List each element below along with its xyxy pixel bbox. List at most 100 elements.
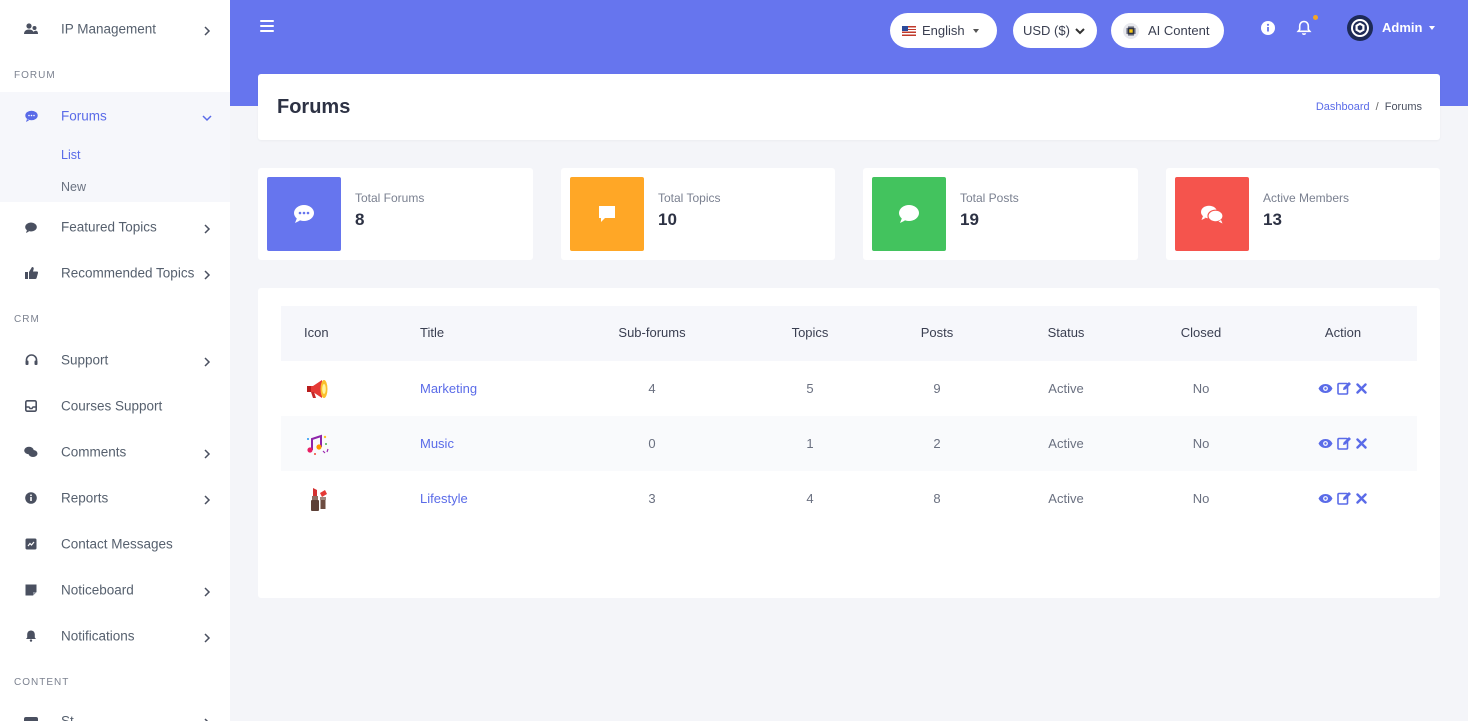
- column-header-title: Title: [420, 325, 445, 340]
- stat-card-total-topics: Total Topics 10: [561, 168, 835, 260]
- sidebar-item-contact-messages[interactable]: Contact Messages: [0, 521, 230, 567]
- delete-x-icon[interactable]: [1354, 436, 1369, 450]
- chip-icon: [1123, 22, 1139, 39]
- posts-count: 8: [933, 491, 941, 506]
- menu-toggle-icon[interactable]: [260, 20, 274, 32]
- edit-icon[interactable]: [1336, 491, 1351, 505]
- page-title: Forums: [277, 96, 351, 118]
- breadcrumb-dashboard-link[interactable]: Dashboard: [1316, 101, 1370, 113]
- music-notes-icon: [304, 430, 332, 458]
- sidebar-item-partial[interactable]: St: [0, 698, 230, 721]
- table-header-row: Icon Title Sub-forums Topics Posts Statu…: [281, 306, 1417, 361]
- forums-table-card: Icon Title Sub-forums Topics Posts Statu…: [258, 288, 1440, 598]
- admin-avatar[interactable]: [1347, 15, 1373, 41]
- sidebar-item-label: St: [61, 713, 74, 721]
- delete-x-icon[interactable]: [1354, 381, 1369, 395]
- stat-value: 13: [1263, 210, 1282, 229]
- chevron-right-icon: [202, 716, 212, 721]
- stat-value: 10: [658, 210, 677, 229]
- closed-value: No: [1192, 436, 1210, 451]
- chevron-right-icon: [202, 24, 212, 36]
- comment-dots-icon: [267, 177, 341, 251]
- message-square-icon: [24, 537, 38, 551]
- status-value: Active: [1048, 436, 1084, 451]
- chevron-right-icon: [202, 222, 212, 234]
- sidebar-section-forum: FORUM: [14, 70, 56, 81]
- currency-label: USD ($): [1023, 23, 1070, 38]
- sidebar-subitem-new[interactable]: New: [61, 180, 86, 194]
- stat-label: Total Topics: [658, 191, 721, 205]
- table-row: Music 0 1 2 Active No: [281, 416, 1417, 471]
- edit-icon[interactable]: [1336, 436, 1351, 450]
- chevron-right-icon: [202, 268, 212, 280]
- info-icon[interactable]: [1260, 20, 1276, 36]
- message-square-icon: [570, 177, 644, 251]
- row-actions: [1318, 381, 1369, 395]
- column-header-topics: Topics: [791, 325, 829, 340]
- language-selector[interactable]: English: [890, 13, 997, 48]
- admin-name[interactable]: Admin: [1382, 20, 1422, 35]
- currency-selector[interactable]: USD ($): [1013, 13, 1097, 48]
- comment-icon: [24, 220, 38, 234]
- chevron-down-icon: [202, 111, 212, 122]
- column-header-status: Status: [1047, 325, 1085, 340]
- thumbs-up-icon: [24, 266, 38, 280]
- sidebar-item-noticeboard[interactable]: Noticeboard: [0, 567, 230, 613]
- stat-card-active-members: Active Members 13: [1166, 168, 1440, 260]
- sidebar-item-label: Featured Topics: [61, 219, 157, 235]
- sidebar-item-label: Courses Support: [61, 398, 163, 414]
- stat-label: Total Posts: [960, 191, 1019, 205]
- comments-icon: [1175, 177, 1249, 251]
- sidebar-item-courses-support[interactable]: Courses Support: [0, 383, 230, 429]
- edit-icon[interactable]: [1336, 381, 1351, 395]
- sidebar-item-notifications[interactable]: Notifications: [0, 613, 230, 659]
- ai-content-button[interactable]: AI Content: [1111, 13, 1224, 48]
- status-value: Active: [1048, 491, 1084, 506]
- sidebar-subitem-list[interactable]: List: [61, 148, 80, 162]
- users-icon: [24, 22, 38, 36]
- language-label: English: [922, 23, 965, 38]
- delete-x-icon[interactable]: [1354, 491, 1369, 505]
- forum-title-link[interactable]: Lifestyle: [420, 491, 468, 506]
- caret-down-icon: [972, 28, 979, 33]
- table-row: Marketing 4 5 9 Active No: [281, 361, 1417, 416]
- stat-card-total-forums: Total Forums 8: [258, 168, 533, 260]
- bell-icon[interactable]: [1296, 20, 1312, 36]
- chevron-right-icon: [202, 447, 212, 459]
- chevron-right-icon: [202, 585, 212, 597]
- view-eye-icon[interactable]: [1318, 381, 1333, 395]
- topics-count: 5: [806, 381, 814, 396]
- sidebar-item-featured-topics[interactable]: Featured Topics: [0, 204, 230, 250]
- sidebar-section-crm: CRM: [14, 314, 40, 325]
- column-header-closed: Closed: [1180, 325, 1222, 340]
- sidebar-item-forums[interactable]: Forums: [0, 93, 230, 139]
- ai-content-label: AI Content: [1148, 23, 1210, 38]
- subforums-count: 3: [648, 491, 656, 506]
- folder-icon: [24, 714, 38, 721]
- column-header-action: Action: [1324, 325, 1362, 340]
- lipstick-icon: [304, 485, 332, 513]
- subforums-count: 4: [648, 381, 656, 396]
- comment-icon: [872, 177, 946, 251]
- subforums-count: 0: [648, 436, 656, 451]
- sidebar-item-label: Support: [61, 352, 109, 368]
- sidebar-item-reports[interactable]: Reports: [0, 475, 230, 521]
- forum-title-link[interactable]: Music: [420, 436, 454, 451]
- sidebar-item-label: Reports: [61, 490, 109, 506]
- posts-count: 2: [933, 436, 941, 451]
- sidebar-item-label: Noticeboard: [61, 582, 134, 598]
- forum-title-link[interactable]: Marketing: [420, 381, 477, 396]
- sidebar-item-support[interactable]: Support: [0, 337, 230, 383]
- sidebar-item-recommended-topics[interactable]: Recommended Topics: [0, 250, 230, 296]
- sidebar-item-label: Contact Messages: [61, 536, 173, 552]
- column-header-subforums: Sub-forums: [618, 325, 686, 340]
- sidebar-item-label: Comments: [61, 444, 127, 460]
- view-eye-icon[interactable]: [1318, 436, 1333, 450]
- sidebar-item-comments[interactable]: Comments: [0, 429, 230, 475]
- table-row: Lifestyle 3 4 8 Active No: [281, 471, 1417, 526]
- sidebar-item-label: Notifications: [61, 628, 135, 644]
- notification-dot: [1313, 15, 1318, 20]
- sidebar-item-ip-management[interactable]: IP Management: [0, 6, 230, 52]
- view-eye-icon[interactable]: [1318, 491, 1333, 505]
- caret-down-icon[interactable]: [1429, 26, 1435, 30]
